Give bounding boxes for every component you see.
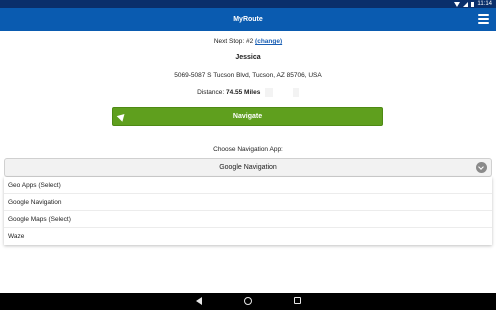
- battery-icon: [471, 1, 475, 7]
- status-icons: 11:14: [454, 0, 492, 8]
- home-icon[interactable]: [244, 297, 252, 305]
- nav-app-select[interactable]: Google Navigation: [4, 158, 492, 177]
- distance-line: Distance: 74.55 Miles: [0, 88, 496, 97]
- recent-apps-icon[interactable]: [294, 297, 301, 304]
- wifi-icon: [454, 1, 461, 7]
- app-title: MyRoute: [233, 16, 263, 23]
- navigation-arrow-icon: [116, 111, 128, 122]
- system-nav-bar: [0, 293, 496, 310]
- next-stop-label: Next Stop: #2: [213, 38, 254, 45]
- next-stop-line: Next Stop: #2 (change): [0, 38, 496, 45]
- distance-spacer-2: [292, 88, 299, 97]
- nav-app-dropdown: Geo Apps (Select) Google Navigation Goog…: [4, 177, 492, 245]
- nav-app-option-google-navigation[interactable]: Google Navigation: [4, 194, 492, 211]
- nav-app-option-google-maps[interactable]: Google Maps (Select): [4, 211, 492, 228]
- nav-app-selected-value: Google Navigation: [219, 164, 277, 171]
- nav-app-option-geo-apps[interactable]: Geo Apps (Select): [4, 177, 492, 194]
- stop-address: 5069-5087 S Tucson Blvd, Tucson, AZ 8570…: [174, 72, 322, 79]
- choose-nav-app-label: Choose Navigation App:: [213, 146, 283, 153]
- status-time: 11:14: [477, 1, 492, 7]
- app-bar: MyRoute: [0, 8, 496, 31]
- distance-value: 74.55 Miles: [225, 89, 261, 97]
- menu-icon[interactable]: [478, 14, 489, 24]
- back-icon[interactable]: [196, 297, 202, 305]
- navigate-label: Navigate: [232, 113, 263, 120]
- signal-icon: [463, 1, 469, 7]
- nav-app-option-waze[interactable]: Waze: [4, 228, 492, 245]
- navigate-button[interactable]: Navigate: [112, 107, 383, 126]
- distance-label: Distance:: [197, 89, 225, 97]
- distance-spacer: [265, 88, 274, 97]
- stop-name: Jessica: [235, 54, 261, 61]
- change-stop-link[interactable]: (change): [255, 38, 282, 45]
- status-bar: 11:14: [0, 0, 496, 8]
- chevron-down-icon[interactable]: [476, 162, 487, 173]
- main-content: Next Stop: #2 (change) Jessica 5069-5087…: [0, 31, 496, 293]
